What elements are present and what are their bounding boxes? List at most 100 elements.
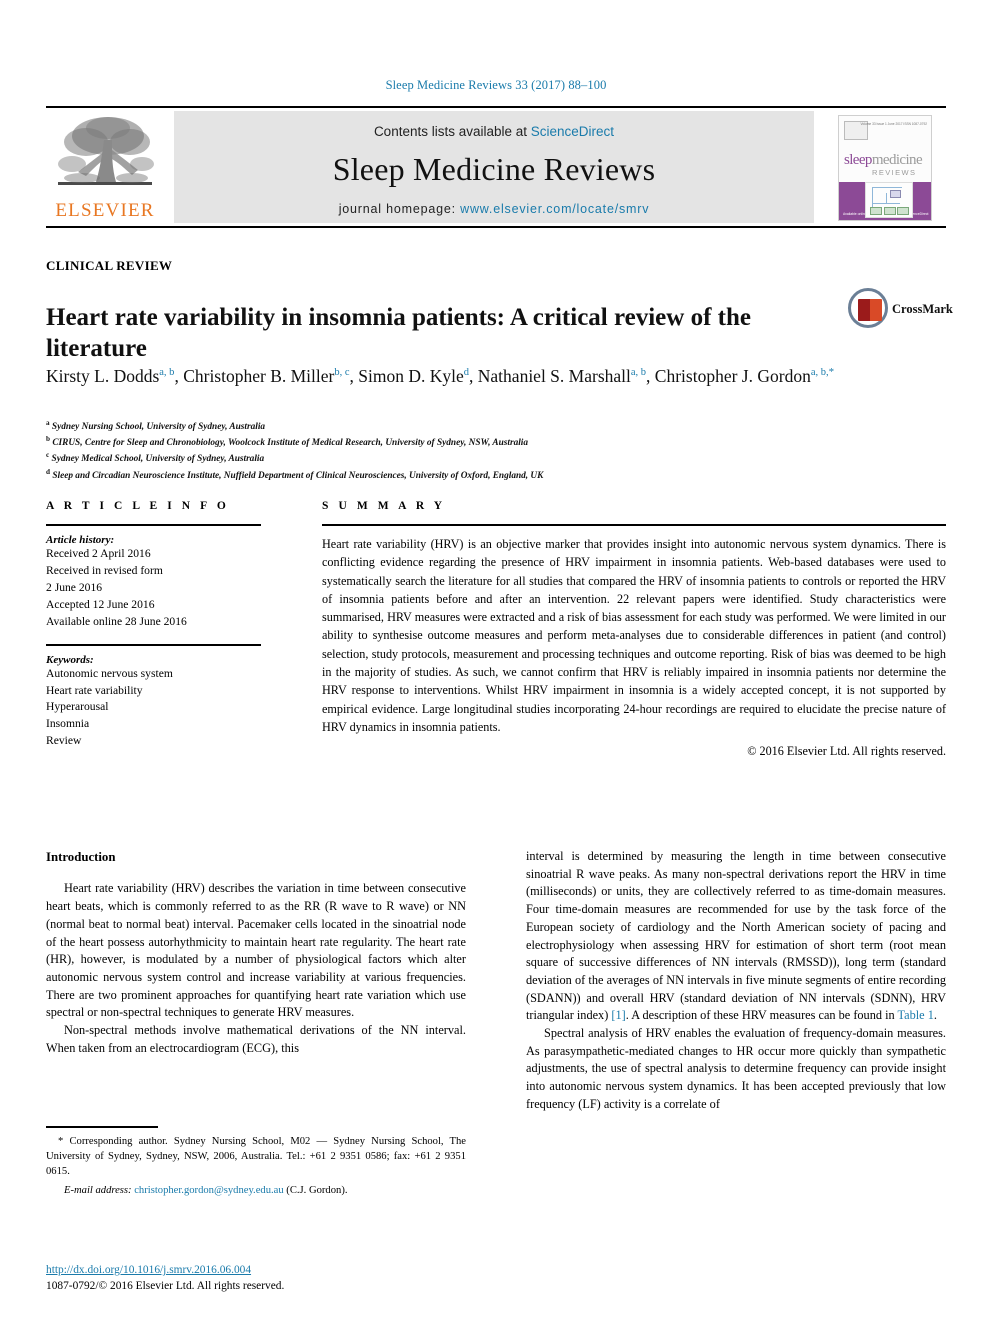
author-affiliation-marks: a, b bbox=[159, 367, 175, 379]
crossmark-book-right-icon bbox=[870, 299, 882, 321]
contents-line: Contents lists available at ScienceDirec… bbox=[174, 111, 814, 139]
section-heading-introduction: Introduction bbox=[46, 850, 116, 864]
body-column-right: interval is determined by measuring the … bbox=[526, 848, 946, 1114]
author-separator: , bbox=[469, 366, 478, 386]
cover-inner: Volume 33 Issue 1 June 2017 ISSN 1087-07… bbox=[838, 115, 932, 221]
affiliation-text: Sydney Nursing School, University of Syd… bbox=[51, 422, 266, 433]
body-text-run: interval is determined by measuring the … bbox=[526, 849, 946, 1023]
author-name[interactable]: Kirsty L. Dodds bbox=[46, 366, 159, 386]
article-info-column: A R T I C L E I N F O Article history: R… bbox=[46, 500, 261, 750]
affiliation-mark: d bbox=[46, 467, 50, 476]
masthead-center-panel: Contents lists available at ScienceDirec… bbox=[174, 111, 814, 223]
body-text-run: . A description of these HRV measures ca… bbox=[625, 1008, 898, 1023]
masthead-top-rule bbox=[46, 106, 946, 108]
affiliation-mark: b bbox=[46, 435, 50, 444]
article-history-list: Received 2 April 2016 Received in revise… bbox=[46, 546, 261, 631]
page-title: Heart rate variability in insomnia patie… bbox=[46, 303, 751, 363]
body-text-run: . bbox=[933, 1008, 937, 1023]
journal-cover-thumbnail: Volume 33 Issue 1 June 2017 ISSN 1087-07… bbox=[824, 111, 946, 223]
footnote-rule bbox=[46, 1126, 158, 1128]
cover-subtitle: REVIEWS bbox=[872, 168, 917, 177]
affiliation-mark: a bbox=[46, 419, 50, 427]
abstract-text: Heart rate variability (HRV) is an objec… bbox=[322, 537, 946, 734]
email-link[interactable]: christopher.gordon@sydney.edu.au bbox=[134, 1185, 283, 1196]
affiliation-item: b CIRUS, Centre for Sleep and Chronobiol… bbox=[46, 434, 866, 450]
history-item: 2 June 2016 bbox=[46, 580, 103, 594]
email-label: E-mail address: bbox=[64, 1184, 132, 1196]
history-item: Accepted 12 June 2016 bbox=[46, 597, 155, 611]
doi-block: http://dx.doi.org/10.1016/j.smrv.2016.06… bbox=[46, 1262, 466, 1294]
crossmark-badge[interactable]: CrossMark bbox=[848, 288, 953, 334]
body-paragraph: interval is determined by measuring the … bbox=[526, 848, 946, 1025]
affiliation-list: a Sydney Nursing School, University of S… bbox=[46, 418, 866, 483]
keyword-item: Hyperarousal bbox=[46, 700, 109, 714]
affiliation-mark: c bbox=[46, 451, 50, 460]
article-history-label: Article history: bbox=[46, 534, 115, 546]
article-info-rule bbox=[46, 524, 261, 526]
keywords-rule bbox=[46, 643, 261, 646]
author-name[interactable]: Christopher J. Gordon bbox=[655, 366, 811, 386]
author-affiliation-marks: a, b, bbox=[810, 367, 829, 379]
cover-title-part2: medicine bbox=[871, 152, 923, 168]
masthead-bottom-rule bbox=[46, 226, 946, 228]
crossmark-circle-icon bbox=[848, 288, 888, 328]
sciencedirect-link[interactable]: ScienceDirect bbox=[531, 124, 614, 139]
corresponding-author-note: * Corresponding author. Sydney Nursing S… bbox=[46, 1135, 466, 1177]
article-info-heading: A R T I C L E I N F O bbox=[46, 500, 230, 512]
email-suffix: (C.J. Gordon). bbox=[283, 1184, 348, 1196]
keyword-item: Review bbox=[46, 734, 82, 748]
author-separator: , bbox=[349, 366, 359, 386]
author-name[interactable]: Nathaniel S. Marshall bbox=[478, 366, 631, 386]
elsevier-wordmark: ELSEVIER bbox=[55, 200, 155, 221]
summary-rule bbox=[322, 524, 946, 526]
summary-column: S U M M A R Y Heart rate variability (HR… bbox=[322, 500, 946, 759]
keyword-item: Heart rate variability bbox=[46, 683, 143, 697]
cover-issn-line: Volume 33 Issue 1 June 2017 ISSN 1087-07… bbox=[860, 122, 927, 126]
running-head: Sleep Medicine Reviews 33 (2017) 88–100 bbox=[385, 78, 607, 92]
doi-link[interactable]: http://dx.doi.org/10.1016/j.smrv.2016.06… bbox=[46, 1264, 251, 1276]
affiliation-item: c Sydney Medical School, University of S… bbox=[46, 450, 866, 466]
affiliation-text: CIRUS, Centre for Sleep and Chronobiolog… bbox=[52, 438, 529, 449]
article-info-summary-block: A R T I C L E I N F O Article history: R… bbox=[46, 500, 946, 780]
crossmark-label: CrossMark bbox=[892, 302, 953, 316]
cover-title: sleepmedicine bbox=[844, 152, 923, 169]
homepage-line: journal homepage: www.elsevier.com/locat… bbox=[174, 202, 814, 216]
contents-prefix: Contents lists available at bbox=[373, 124, 531, 139]
author-affiliation-marks: b, c bbox=[334, 367, 350, 379]
crossmark-book-left-icon bbox=[858, 299, 870, 321]
affiliation-text: Sydney Medical School, University of Syd… bbox=[51, 454, 265, 465]
copyright-line: © 2016 Elsevier Ltd. All rights reserved… bbox=[747, 744, 946, 759]
body-paragraph: Spectral analysis of HRV enables the eva… bbox=[526, 1026, 946, 1111]
issn-copyright-line: 1087-0792/© 2016 Elsevier Ltd. All right… bbox=[46, 1280, 285, 1293]
author-name[interactable]: Simon D. Kyle bbox=[358, 366, 464, 386]
cover-diagram-graphic bbox=[865, 182, 913, 218]
article-type-label: CLINICAL REVIEW bbox=[46, 258, 173, 273]
citation-link-1[interactable]: [1] bbox=[611, 1008, 625, 1022]
journal-homepage-link[interactable]: www.elsevier.com/locate/smrv bbox=[460, 202, 649, 216]
author-separator: , bbox=[174, 366, 184, 386]
author-name[interactable]: Christopher B. Miller bbox=[183, 366, 334, 386]
keyword-item: Autonomic nervous system bbox=[46, 666, 173, 680]
summary-heading: S U M M A R Y bbox=[322, 500, 446, 512]
affiliation-item: d Sleep and Circadian Neuroscience Insti… bbox=[46, 467, 866, 483]
elsevier-tree-icon bbox=[58, 117, 154, 185]
journal-masthead: ELSEVIER Contents lists available at Sci… bbox=[46, 106, 946, 228]
keywords-label: Keywords: bbox=[46, 653, 94, 666]
author-separator: , bbox=[646, 366, 655, 386]
table-1-link[interactable]: Table 1 bbox=[898, 1008, 934, 1022]
history-item: Received in revised form bbox=[46, 563, 163, 577]
keyword-item: Insomnia bbox=[46, 717, 90, 731]
journal-title: Sleep Medicine Reviews bbox=[332, 151, 656, 187]
body-paragraph: Heart rate variability (HRV) describes t… bbox=[46, 881, 466, 1020]
author-affiliation-marks: a, b bbox=[630, 367, 647, 379]
homepage-prefix: journal homepage: bbox=[338, 202, 461, 216]
corresponding-author-marker[interactable]: * bbox=[829, 366, 835, 378]
footnote-block: * Corresponding author. Sydney Nursing S… bbox=[46, 1126, 466, 1198]
keywords-list: Autonomic nervous system Heart rate vari… bbox=[46, 666, 261, 751]
elsevier-logo: ELSEVIER bbox=[46, 110, 164, 224]
author-list: Kirsty L. Doddsa, b, Christopher B. Mill… bbox=[46, 364, 846, 389]
history-item: Received 2 April 2016 bbox=[46, 547, 151, 560]
email-note: E-mail address: christopher.gordon@sydne… bbox=[46, 1183, 466, 1198]
affiliation-item: a Sydney Nursing School, University of S… bbox=[46, 418, 866, 434]
body-paragraph: Non-spectral methods involve mathematica… bbox=[46, 1023, 466, 1055]
